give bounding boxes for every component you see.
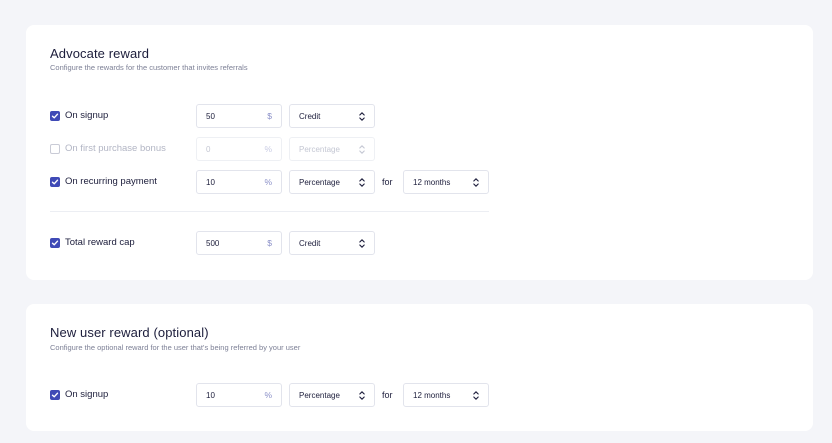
recurring-type-select[interactable]: Percentage [289,170,375,194]
dollar-unit: $ [267,111,272,121]
new-user-signup-amount-input[interactable]: 10 % [196,383,282,407]
first-purchase-type-select[interactable]: Percentage [289,137,375,161]
on-signup-type-value: Credit [299,112,321,121]
new-user-reward-card: New user reward (optional) Configure the… [26,304,813,431]
new-user-signup-period-select[interactable]: 12 months [403,383,489,407]
new-user-reward-subtitle: Configure the optional reward for the us… [50,343,301,352]
check-icon [51,392,59,398]
first-purchase-amount-input[interactable]: 0 % [196,137,282,161]
recurring-amount-input[interactable]: 10 % [196,170,282,194]
new-user-signup-label: On signup [65,389,109,400]
recurring-type-value: Percentage [299,178,340,187]
updown-chevron-icon [473,391,479,400]
first-purchase-checkbox[interactable] [50,144,60,154]
section-divider [50,211,489,212]
dollar-unit: $ [267,238,272,248]
updown-chevron-icon [473,178,479,187]
advocate-row-recurring: On recurring payment 10 % Percentage for… [50,170,750,194]
recurring-period-select[interactable]: 12 months [403,170,489,194]
percent-unit: % [264,177,272,187]
updown-chevron-icon [359,391,365,400]
new-user-signup-amount-value: 10 [206,391,215,400]
new-user-signup-type-select[interactable]: Percentage [289,383,375,407]
new-user-signup-period-value: 12 months [413,391,451,400]
reward-cap-label: Total reward cap [65,237,135,248]
recurring-amount-value: 10 [206,178,215,187]
new-user-signup-type-value: Percentage [299,391,340,400]
first-purchase-type-value: Percentage [299,145,340,154]
advocate-row-first-purchase: On first purchase bonus 0 % Percentage [50,137,750,161]
updown-chevron-icon [359,178,365,187]
check-icon [51,113,59,119]
on-signup-amount-value: 50 [206,112,215,121]
updown-chevron-icon [359,239,365,248]
recurring-checkbox[interactable] [50,177,60,187]
reward-cap-amount-input[interactable]: 500 $ [196,231,282,255]
on-signup-label: On signup [65,110,109,121]
recurring-period-value: 12 months [413,178,451,187]
check-icon [51,240,59,246]
new-user-reward-title: New user reward (optional) [50,325,209,340]
advocate-reward-title: Advocate reward [50,46,150,61]
for-label: for [382,390,393,400]
check-icon [51,179,59,185]
updown-chevron-icon [359,112,365,121]
reward-cap-checkbox[interactable] [50,238,60,248]
advocate-reward-card: Advocate reward Configure the rewards fo… [26,25,813,280]
percent-unit: % [264,390,272,400]
on-signup-checkbox[interactable] [50,111,60,121]
reward-cap-type-value: Credit [299,239,321,248]
updown-chevron-icon [359,145,365,154]
advocate-row-on-signup: On signup 50 $ Credit [50,104,750,128]
percent-unit: % [264,144,272,154]
recurring-label: On recurring payment [65,176,157,187]
on-signup-type-select[interactable]: Credit [289,104,375,128]
new-user-signup-checkbox[interactable] [50,390,60,400]
advocate-reward-subtitle: Configure the rewards for the customer t… [50,63,248,72]
for-label: for [382,177,393,187]
advocate-row-reward-cap: Total reward cap 500 $ Credit [50,231,750,255]
new-user-row-on-signup: On signup 10 % Percentage for 12 months [50,383,750,407]
first-purchase-label: On first purchase bonus [65,143,166,154]
on-signup-amount-input[interactable]: 50 $ [196,104,282,128]
reward-cap-amount-value: 500 [206,239,220,248]
first-purchase-amount-value: 0 [206,145,211,154]
reward-cap-type-select[interactable]: Credit [289,231,375,255]
